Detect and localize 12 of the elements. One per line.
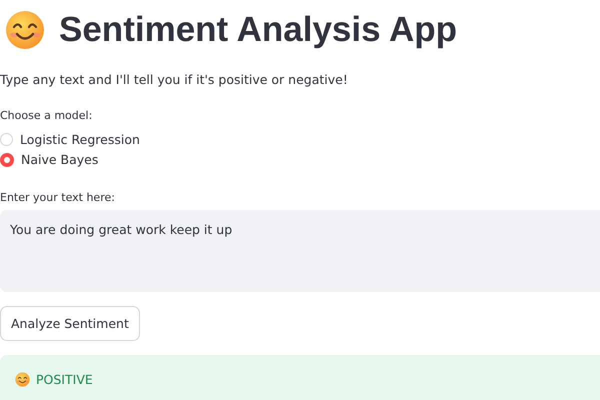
- model-label: Choose a model:: [0, 109, 94, 122]
- smiling-face-icon: [5, 10, 45, 50]
- radio-label[interactable]: Naive Bayes: [21, 152, 98, 167]
- radio-button[interactable]: [0, 152, 14, 166]
- smiling-face-icon: [15, 372, 30, 387]
- radio-label[interactable]: Logistic Regression: [20, 132, 140, 147]
- text-input-field[interactable]: You are doing great work keep it up: [0, 210, 600, 292]
- app-title: Sentiment Analysis App: [59, 10, 458, 50]
- result-text: POSITIVE: [36, 372, 93, 387]
- text-input-label: Enter your text here:: [0, 191, 116, 204]
- analyze-button[interactable]: Analyze Sentiment: [0, 306, 140, 341]
- subtitle: Type any text and I'll tell you if it's positive or negative!: [0, 72, 349, 87]
